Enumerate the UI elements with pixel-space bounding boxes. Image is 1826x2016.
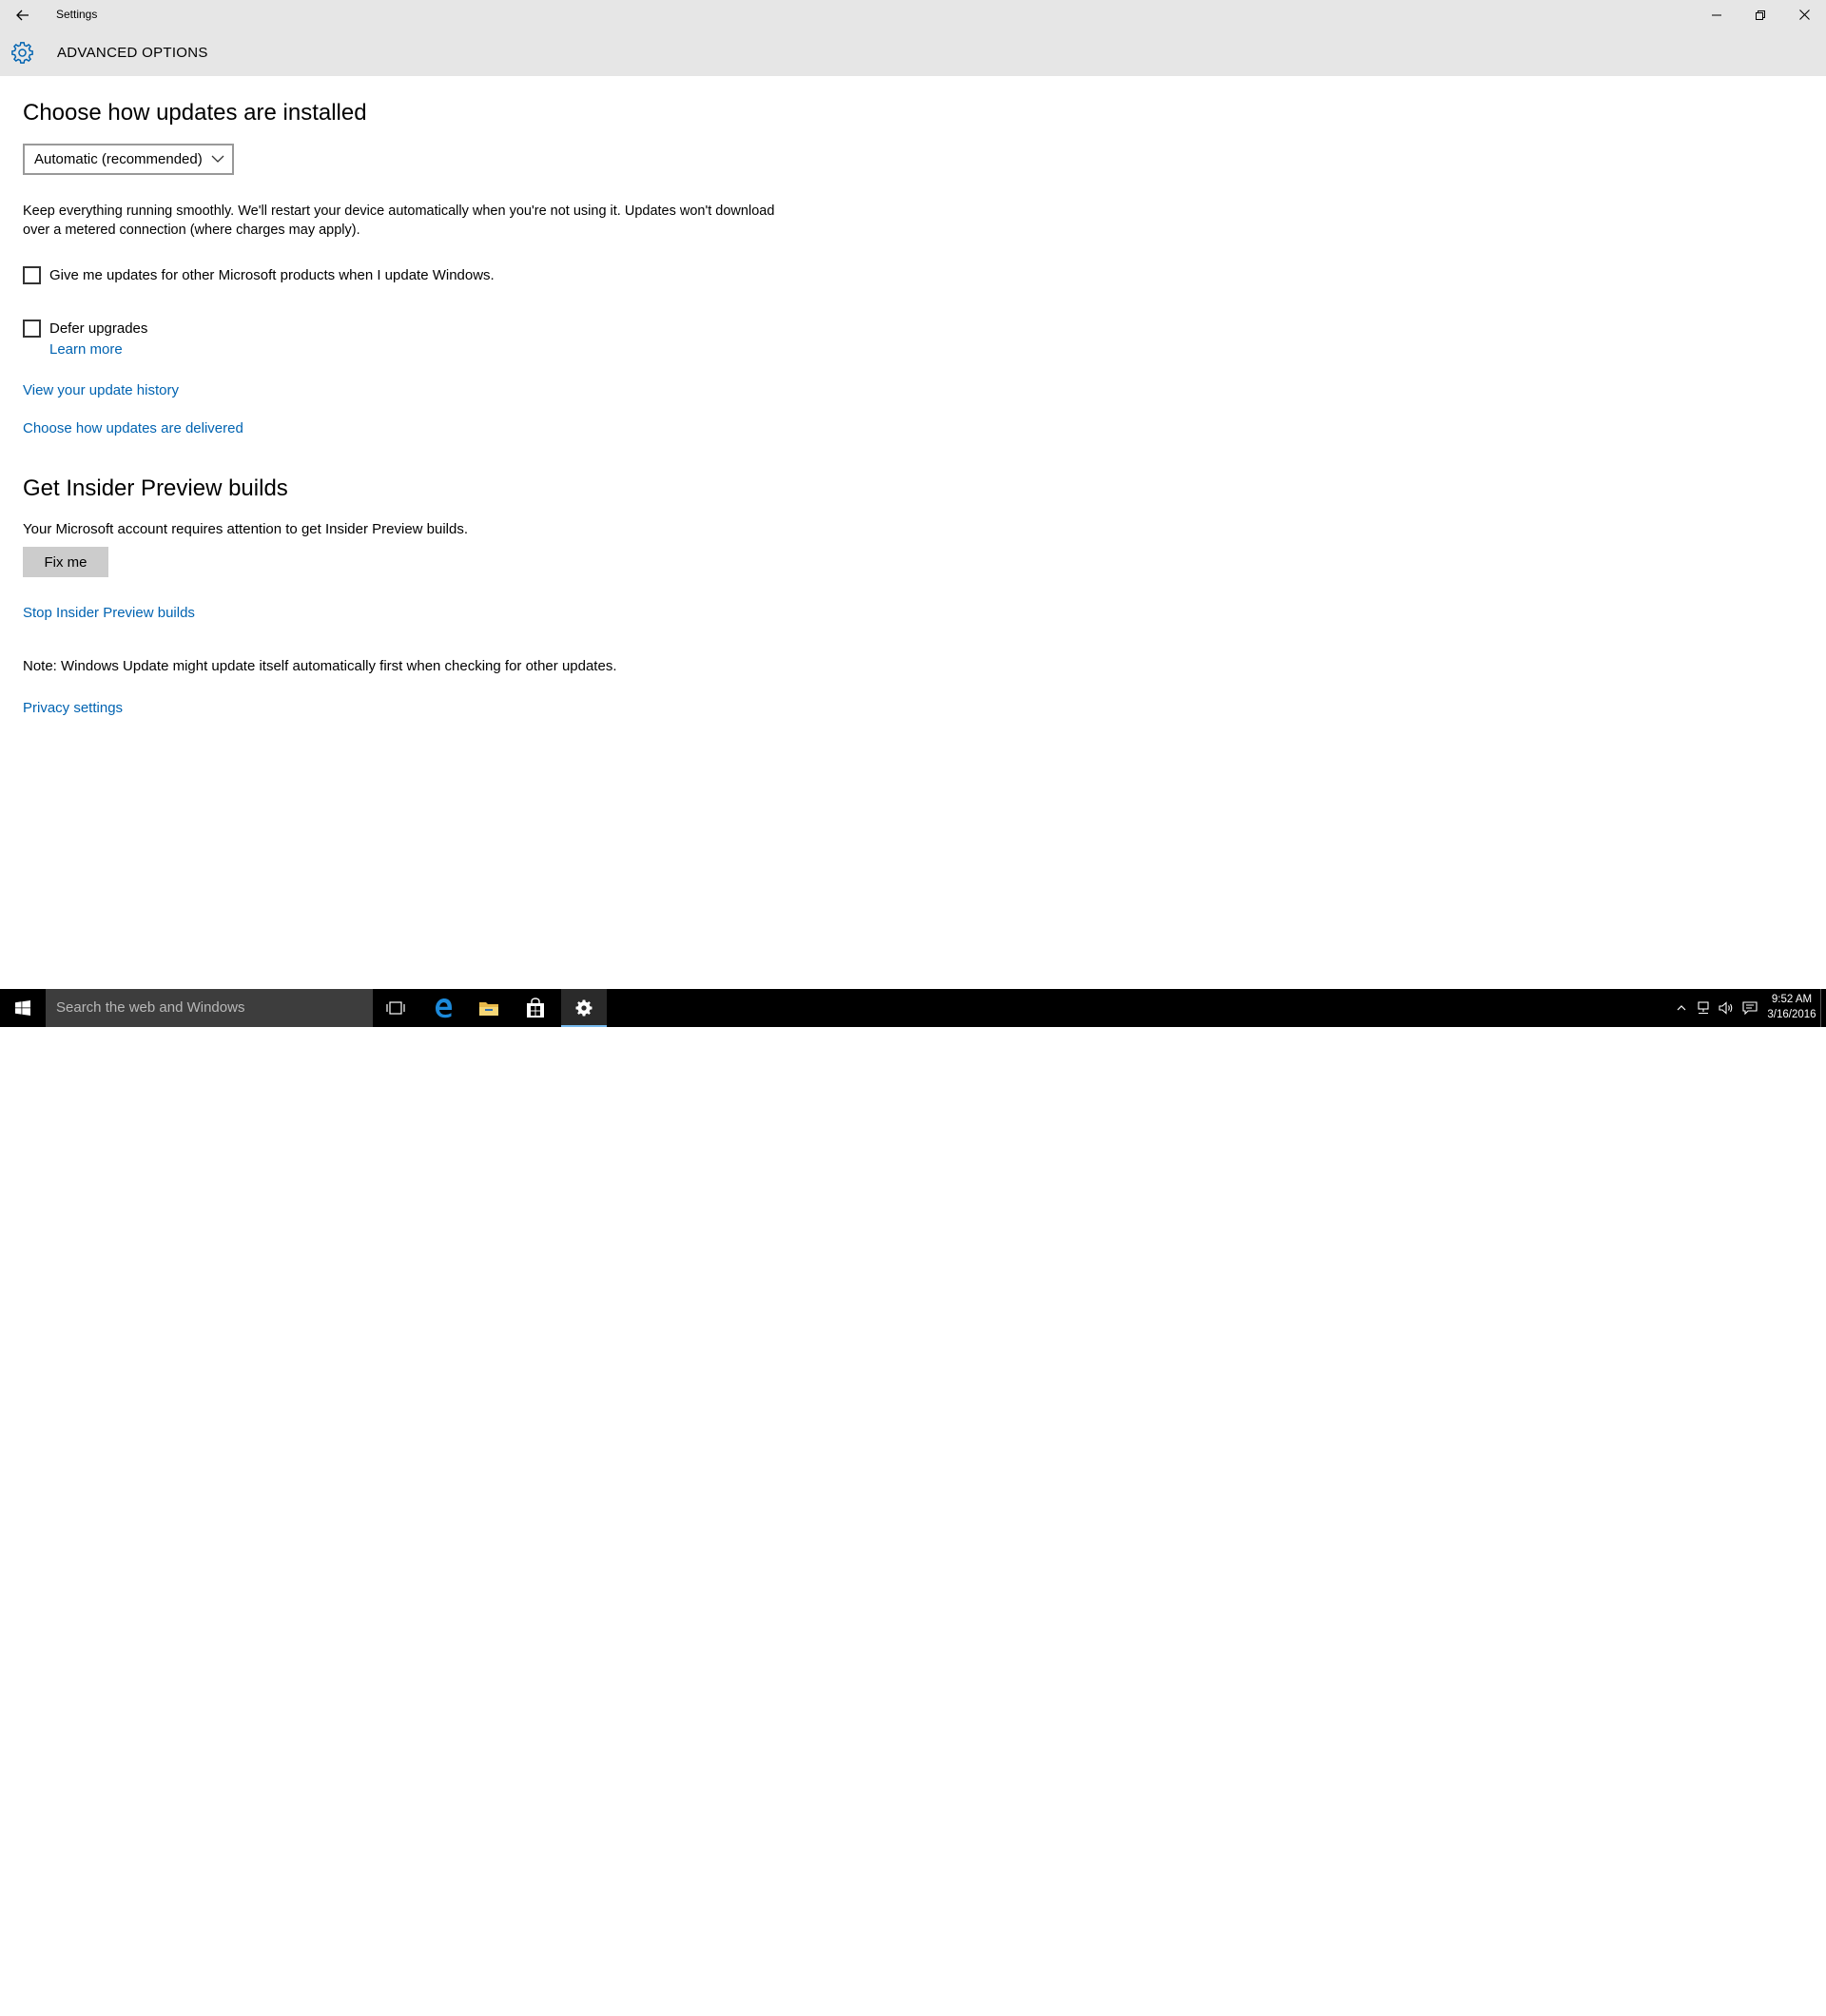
book-icon: [1587, 1983, 1633, 2016]
title-bar: Settings: [0, 0, 1826, 29]
update-delivery-link[interactable]: Choose how updates are delivered: [23, 420, 243, 436]
page-header: ADVANCED OPTIONS: [0, 29, 1826, 76]
clock-time: 9:52 AM: [1771, 994, 1813, 1005]
task-view-button[interactable]: [373, 989, 418, 1027]
edge-browser-icon: [436, 998, 452, 1018]
volume-icon: [1719, 1001, 1733, 1015]
update-history-link[interactable]: View your update history: [23, 382, 179, 398]
taskbar-search-box[interactable]: Search the web and Windows: [46, 989, 373, 1027]
start-button[interactable]: [0, 989, 46, 1027]
gear-icon: [11, 42, 33, 64]
defer-upgrades-checkbox[interactable]: [23, 320, 41, 338]
insider-heading: Get Insider Preview builds: [23, 475, 288, 501]
volume-button[interactable]: [1715, 989, 1738, 1027]
network-icon: [1698, 1001, 1709, 1015]
chevron-down-icon: [211, 155, 224, 163]
settings-gear-icon: [575, 999, 592, 1017]
insider-message: Your Microsoft account requires attentio…: [23, 521, 469, 537]
install-mode-dropdown[interactable]: Automatic (recommended): [23, 144, 234, 175]
dropdown-value: Automatic (recommended): [34, 151, 203, 167]
arrow-left-icon: [16, 10, 29, 20]
close-button[interactable]: [1782, 0, 1826, 29]
show-desktop-button[interactable]: [1820, 989, 1826, 1027]
file-explorer-icon: [479, 1002, 498, 1016]
close-icon: [1798, 10, 1810, 20]
taskbar: Search the web and Windows The Collectiv…: [0, 989, 1826, 2016]
page-title: ADVANCED OPTIONS: [57, 45, 208, 61]
minimize-icon: [1712, 14, 1721, 15]
settings-taskbar-button[interactable]: [561, 989, 607, 1027]
back-button[interactable]: [9, 0, 37, 29]
stop-insider-link[interactable]: Stop Insider Preview builds: [23, 605, 195, 621]
edge-browser-button[interactable]: [420, 989, 466, 1027]
defer-upgrades-option[interactable]: Defer upgrades: [23, 320, 147, 338]
windows-logo-icon: [15, 1000, 30, 1016]
message-icon: [1742, 1001, 1758, 1015]
chevron-up-icon: [1677, 1005, 1686, 1011]
window-title: Settings: [56, 8, 98, 21]
action-center-button[interactable]: [1738, 989, 1762, 1027]
install-heading: Choose how updates are installed: [23, 100, 367, 126]
other-products-checkbox[interactable]: [23, 266, 41, 284]
learn-more-link[interactable]: Learn more: [49, 341, 123, 358]
restore-icon: [1756, 10, 1765, 20]
watermark: The Collective Book: [1586, 1974, 1824, 2016]
file-explorer-button[interactable]: [466, 989, 512, 1027]
defer-upgrades-label: Defer upgrades: [49, 320, 148, 337]
clock-date: 3/16/2016: [1767, 1009, 1816, 1020]
store-button[interactable]: [513, 989, 558, 1027]
show-hidden-icons-button[interactable]: [1671, 989, 1692, 1027]
update-note: Note: Windows Update might update itself…: [23, 658, 617, 674]
main-content: Choose how updates are installed Automat…: [0, 76, 1826, 989]
minimize-button[interactable]: [1695, 0, 1739, 29]
other-products-option[interactable]: Give me updates for other Microsoft prod…: [23, 266, 495, 284]
store-icon: [527, 998, 544, 1018]
taskbar-clock[interactable]: 9:52 AM 3/16/2016: [1764, 992, 1819, 1022]
fix-me-button[interactable]: Fix me: [23, 547, 108, 577]
watermark-text: The Collective Book: [1643, 1984, 1802, 2006]
network-button[interactable]: [1692, 989, 1715, 1027]
other-products-label: Give me updates for other Microsoft prod…: [49, 267, 495, 283]
restore-button[interactable]: [1739, 0, 1782, 29]
task-view-icon: [386, 1001, 405, 1015]
install-description: Keep everything running smoothly. We'll …: [23, 204, 775, 238]
privacy-settings-link[interactable]: Privacy settings: [23, 700, 123, 716]
